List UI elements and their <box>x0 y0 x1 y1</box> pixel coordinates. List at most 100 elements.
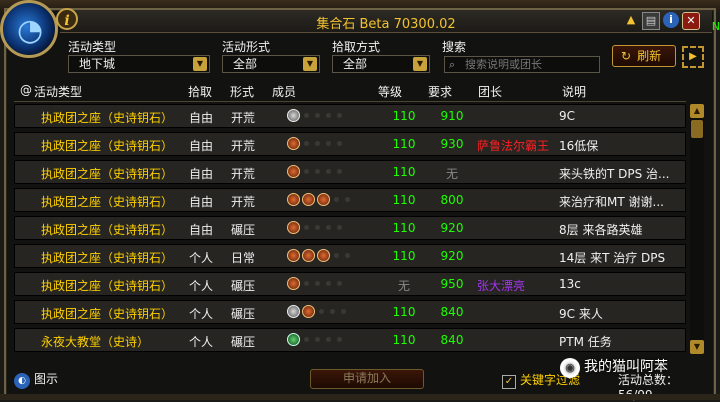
refresh-icon: ↻ <box>621 49 632 63</box>
loot-mode: 个人 <box>189 279 214 293</box>
activity-name: 永夜大教堂（史诗） <box>41 335 150 349</box>
chevron-down-icon[interactable]: ▼ <box>303 57 317 71</box>
col-leader[interactable]: 团长 <box>478 83 558 101</box>
table-row[interactable]: 执政团之座（史诗钥石） 自由 开荒 110 930 萨鲁法尔霸王 16低保 <box>14 132 686 156</box>
warning-icon[interactable]: ▲ <box>623 12 639 28</box>
leader-name: 萨鲁法尔霸王 <box>477 139 550 153</box>
level-value: 110 <box>392 221 416 235</box>
col-activity-type[interactable]: 活动类型 <box>34 83 174 101</box>
scroll-thumb[interactable] <box>691 120 703 138</box>
empty-slot-icon <box>345 253 350 258</box>
chevron-down-icon[interactable]: ▼ <box>413 57 427 71</box>
member-slots <box>287 165 344 178</box>
member-slots <box>287 277 344 290</box>
table-row[interactable]: 永夜大教堂（史诗） 个人 碾压 110 840 PTM 任务 <box>14 328 686 352</box>
scroll-up-icon[interactable]: ▲ <box>690 104 704 118</box>
empty-slot-icon <box>334 197 339 202</box>
chevron-down-icon[interactable]: ▼ <box>193 57 207 71</box>
activity-name: 执政团之座（史诗钥石） <box>41 139 174 153</box>
activity-mode: 日常 <box>231 251 256 265</box>
table-row[interactable]: 执政团之座（史诗钥石） 自由 开荒 110 800 来治疗和MT 谢谢... <box>14 188 686 212</box>
info-icon[interactable]: i <box>663 12 679 28</box>
activity-type-dropdown[interactable]: 地下城 ▼ <box>68 55 210 73</box>
empty-slot-icon <box>337 337 342 342</box>
search-input[interactable]: ⌕ 搜索说明或团长 <box>444 56 600 73</box>
loot-mode-dropdown[interactable]: 全部 ▼ <box>332 55 430 73</box>
table-row[interactable]: 执政团之座（史诗钥石） 自由 开荒 110 910 9C <box>14 104 686 128</box>
empty-slot-icon <box>319 309 324 314</box>
empty-slot-icon <box>304 113 309 118</box>
col-requirement[interactable]: 要求 <box>428 83 468 101</box>
empty-slot-icon <box>315 225 320 230</box>
table-row[interactable]: 执政团之座（史诗钥石） 自由 开荒 110 无 来头铁的T DPS 治... <box>14 160 686 184</box>
wechat-icon: ◉ <box>560 358 580 378</box>
loot-mode: 个人 <box>189 251 214 265</box>
table-row[interactable]: 执政团之座（史诗钥石） 个人 碾压 无 950 张大漂亮 13c <box>14 272 686 296</box>
requirement-value: 840 <box>440 305 464 319</box>
col-loot[interactable]: 拾取 <box>188 83 228 101</box>
table-row[interactable]: 执政团之座（史诗钥石） 个人 碾压 110 840 9C 来人 <box>14 300 686 324</box>
description: 14层 来T 治疗 DPS <box>559 251 666 265</box>
checkmark-icon[interactable]: ✓ <box>502 375 516 389</box>
loot-mode: 自由 <box>189 139 214 153</box>
activity-mode: 碾压 <box>231 279 256 293</box>
empty-slot-icon <box>337 113 342 118</box>
scroll-down-icon[interactable]: ▼ <box>690 340 704 354</box>
activity-mode-dropdown[interactable]: 全部 ▼ <box>222 55 320 73</box>
col-description[interactable]: 说明 <box>562 83 682 101</box>
empty-slot-icon <box>315 113 320 118</box>
col-mode[interactable]: 形式 <box>230 83 270 101</box>
dps-role-icon <box>287 165 300 178</box>
loot-mode: 自由 <box>189 223 214 237</box>
minimap-icon[interactable]: ▤ <box>642 12 660 30</box>
empty-slot-icon <box>315 281 320 286</box>
table-row[interactable]: 执政团之座（史诗钥石） 自由 碾压 110 920 8层 来各路英雄 <box>14 216 686 240</box>
requirement-value: 无 <box>445 167 458 181</box>
addon-portrait: ◔ <box>0 0 58 58</box>
dps-role-icon <box>302 305 315 318</box>
activity-name: 执政团之座（史诗钥石） <box>41 307 174 321</box>
requirement-value: 920 <box>440 221 464 235</box>
level-value: 110 <box>392 333 416 347</box>
col-level[interactable]: 等级 <box>378 83 418 101</box>
col-members[interactable]: 成员 <box>272 83 362 101</box>
empty-slot-icon <box>304 337 309 342</box>
member-slots <box>287 249 352 262</box>
requirement-value: 920 <box>440 249 464 263</box>
activity-mode-label: 活动形式 <box>222 40 271 54</box>
watermark-text: 我的猫叫阿苯 <box>584 359 668 375</box>
list-scrollbar[interactable]: ▲ ▼ <box>690 104 704 354</box>
tank-role-icon <box>287 305 300 318</box>
activity-mode-value: 全部 <box>233 57 258 71</box>
next-button[interactable]: ▶ <box>682 46 704 68</box>
activity-mode: 开荒 <box>231 167 256 181</box>
search-placeholder: 搜索说明或团长 <box>465 58 542 71</box>
title-bar: 集合石 Beta 70300.02 ▲ ▤ i ✕ <box>60 10 712 33</box>
close-icon[interactable]: ✕ <box>682 12 700 30</box>
legend-button[interactable]: ◐ 图示 <box>14 370 58 389</box>
activity-name: 执政团之座（史诗钥石） <box>41 251 174 265</box>
help-button[interactable]: i <box>56 8 78 30</box>
activity-name: 执政团之座（史诗钥石） <box>41 167 174 181</box>
dps-role-icon <box>287 193 300 206</box>
requirement-value: 950 <box>440 277 464 291</box>
apply-button[interactable]: 申请加入 <box>310 369 424 389</box>
activity-name: 执政团之座（史诗钥石） <box>41 279 174 293</box>
description: 13c <box>559 277 581 291</box>
empty-slot-icon <box>326 281 331 286</box>
watermark: ◉ 我的猫叫阿苯 <box>560 356 668 378</box>
activity-type-value: 地下城 <box>79 57 116 71</box>
activity-type-label: 活动类型 <box>68 40 117 54</box>
loot-mode: 个人 <box>189 307 214 321</box>
member-slots <box>287 193 352 206</box>
activity-mode: 碾压 <box>231 335 256 349</box>
dps-role-icon <box>317 193 330 206</box>
description: 9C <box>559 109 576 123</box>
refresh-button[interactable]: ↻ 刷新 <box>612 45 676 67</box>
table-row[interactable]: 执政团之座（史诗钥石） 个人 日常 110 920 14层 来T 治疗 DPS <box>14 244 686 268</box>
activity-mode: 碾压 <box>231 223 256 237</box>
empty-slot-icon <box>337 281 342 286</box>
legend-icon: ◐ <box>14 373 30 389</box>
empty-slot-icon <box>304 141 309 146</box>
empty-slot-icon <box>326 337 331 342</box>
